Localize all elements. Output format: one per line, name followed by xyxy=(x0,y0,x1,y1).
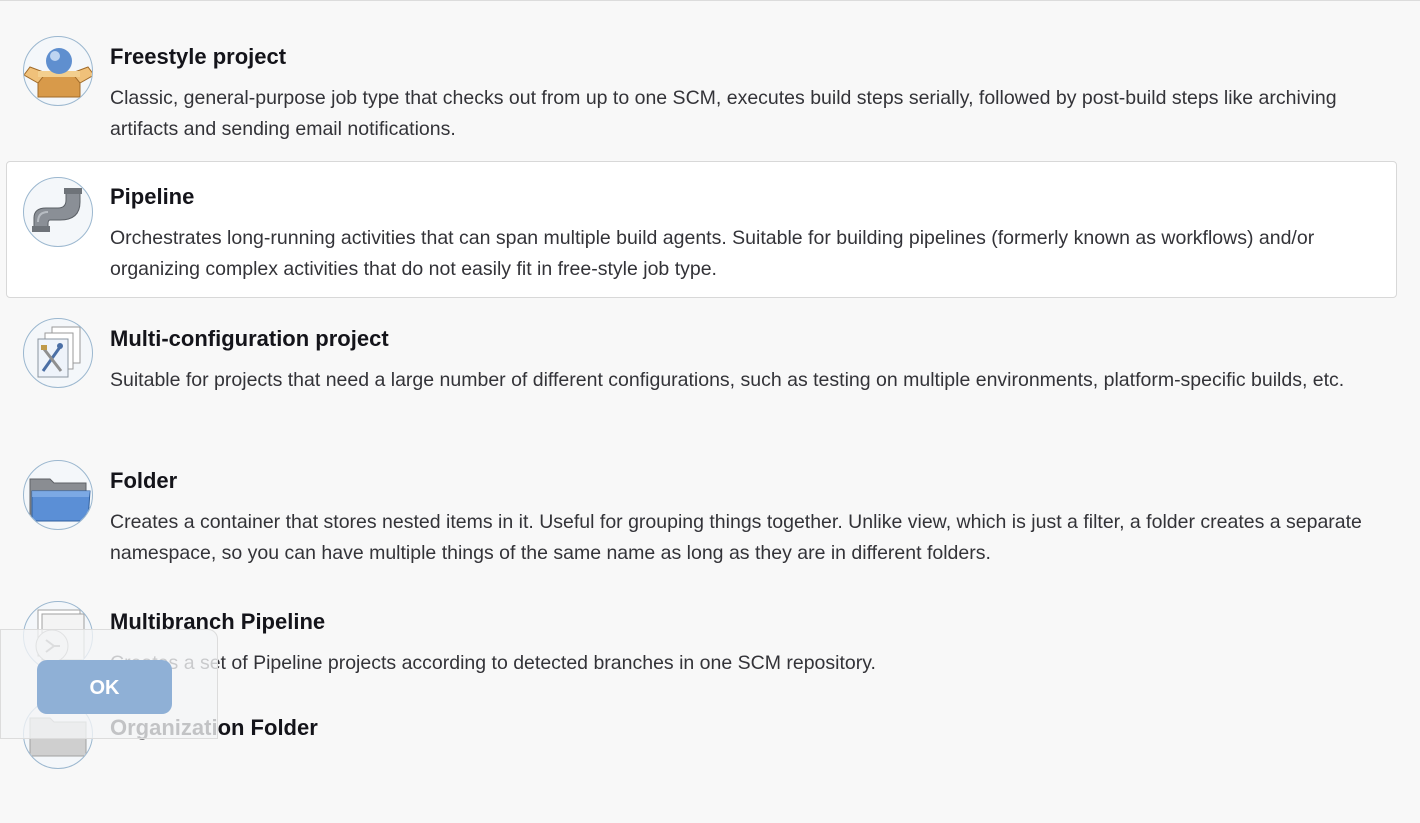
item-description: Suitable for projects that need a large … xyxy=(110,369,1345,391)
item-description: Classic, general-purpose job type that c… xyxy=(110,87,1337,140)
pipe-icon xyxy=(23,177,93,247)
item-pipeline[interactable]: Pipeline Orchestrates long-running activ… xyxy=(6,161,1397,298)
ok-button[interactable]: OK xyxy=(37,660,172,714)
item-folder[interactable]: Folder Creates a container that stores n… xyxy=(6,446,1397,583)
item-title: Freestyle project xyxy=(110,44,287,69)
multi-config-icon xyxy=(23,318,93,388)
item-title: Folder xyxy=(110,468,178,493)
item-description: Orchestrates long-running activities tha… xyxy=(110,227,1315,280)
item-multi-configuration-project[interactable]: Multi-configuration project Suitable for… xyxy=(6,304,1397,441)
folder-icon xyxy=(23,460,93,530)
item-freestyle-project[interactable]: Freestyle project Classic, general-purpo… xyxy=(6,22,1397,159)
top-divider xyxy=(0,0,1420,1)
item-description: Creates a set of Pipeline projects accor… xyxy=(110,652,876,674)
item-title: Multi-configuration project xyxy=(110,326,389,351)
item-title: Pipeline xyxy=(110,184,195,209)
freestyle-box-icon xyxy=(23,36,93,106)
item-description: Creates a container that stores nested i… xyxy=(110,511,1362,564)
